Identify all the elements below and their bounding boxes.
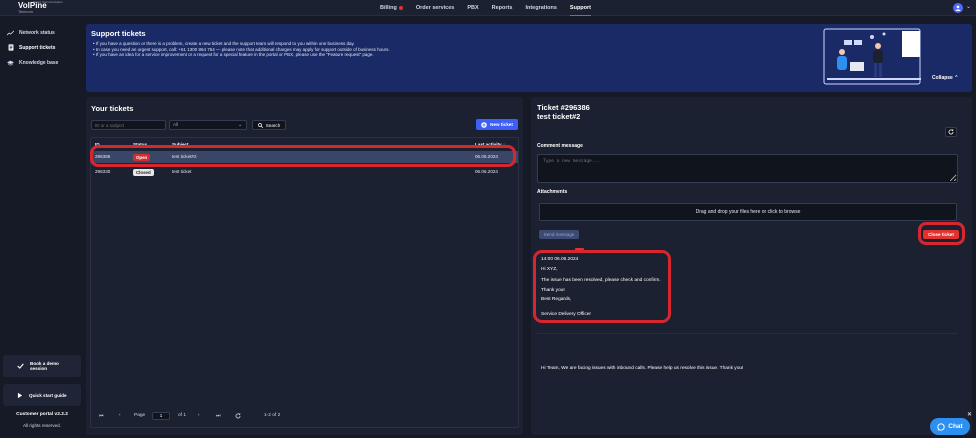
user-icon (955, 5, 961, 11)
portal-version: Customer portal v2.2.2 (16, 412, 68, 417)
nav-pbx[interactable]: PBX (467, 0, 491, 16)
sidebar-item-network-status[interactable]: Network status (0, 25, 84, 40)
refresh-icon (948, 129, 954, 135)
main-nav: Billing Order services PBX Reports Integ… (380, 0, 604, 16)
chevron-up-icon: ⌃ (954, 75, 959, 81)
brand-tagline: Smart Communication (33, 0, 63, 4)
quick-start-guide-button[interactable]: Quick start guide (3, 384, 81, 406)
check-icon (17, 363, 24, 369)
original-message: Hi Team, We are facing issues with inbou… (541, 366, 744, 371)
comment-textarea[interactable] (537, 154, 958, 183)
status-filter-select[interactable]: All ⌄ (169, 120, 247, 130)
nav-support[interactable]: Support (569, 0, 604, 16)
alert-dot-icon (398, 5, 403, 10)
prev-page-button[interactable]: ‹ (119, 413, 121, 418)
sidebar-item-support-tickets[interactable]: Support tickets (0, 40, 84, 55)
new-ticket-button[interactable]: New ticket (476, 119, 518, 130)
search-button[interactable]: Search (252, 120, 286, 130)
table-row[interactable]: 296330 Closed test ticket 06.06.2024 (91, 166, 518, 178)
annotation-reply-message (533, 250, 671, 323)
refresh-ticket-button[interactable] (945, 127, 957, 137)
play-icon (17, 392, 23, 398)
rights-text: All rights reserved. (22, 423, 62, 428)
close-chat-icon[interactable]: ✕ (967, 411, 972, 418)
next-page-button[interactable]: › (198, 413, 200, 418)
nav-integrations[interactable]: Integrations (525, 0, 569, 16)
refresh-icon (235, 413, 241, 419)
search-icon (257, 122, 263, 128)
banner-title: Support tickets (91, 29, 146, 38)
ticket-subject-title: test ticket#2 (537, 112, 581, 121)
refresh-list-button[interactable] (235, 413, 241, 421)
tickets-title: Your tickets (91, 104, 134, 113)
nav-billing[interactable]: Billing (380, 0, 416, 16)
ticket-search-input[interactable] (91, 120, 166, 130)
graduation-cap-icon (7, 59, 14, 66)
sidebar-item-knowledge-base[interactable]: Knowledge base (0, 55, 84, 70)
tickets-table: ID Status Subject Last activity ↓ 296386… (90, 137, 519, 428)
status-badge: Closed (133, 169, 154, 176)
nav-order-services[interactable]: Order services (416, 0, 468, 16)
attachments-label: Attachments (537, 189, 568, 195)
annotation-close-ticket (918, 222, 965, 245)
first-page-button[interactable]: ⏮ (99, 413, 103, 419)
ticket-icon (7, 44, 14, 51)
chat-bubble-icon (937, 422, 945, 431)
page-range: 1-2 of 2 (264, 413, 281, 418)
ticket-id: 296330 (95, 169, 111, 174)
ticket-subject: test ticket (172, 169, 192, 174)
message-divider (537, 333, 958, 334)
comment-label: Comment message (537, 143, 583, 149)
ticket-number: Ticket #296386 (537, 103, 590, 112)
user-avatar-button[interactable] (953, 3, 963, 13)
banner-info: If you have a question or there is a pro… (93, 41, 613, 58)
chat-button[interactable]: Chat (930, 418, 970, 435)
page-count: of 1 (178, 413, 187, 418)
plus-circle-icon (481, 121, 487, 128)
file-dropzone[interactable]: Drag and drop your files here or click t… (539, 203, 957, 221)
page-number-input[interactable]: 1 (152, 412, 170, 420)
top-bar: VolPine Telecom Smart Communication Bill… (0, 0, 976, 16)
book-demo-button[interactable]: Book a demo session (3, 355, 81, 377)
sidebar: Network status Support tickets Knowledge… (0, 17, 84, 438)
chart-line-icon (7, 29, 14, 36)
send-message-button[interactable]: Send message (539, 230, 579, 239)
support-illustration (823, 28, 921, 85)
collapse-button[interactable]: Collapse ⌃ (932, 75, 958, 81)
annotation-selected-ticket (90, 145, 516, 167)
last-page-button[interactable]: ⏭ (216, 413, 220, 419)
nav-reports[interactable]: Reports (492, 0, 526, 16)
support-banner: Support tickets If you have a question o… (86, 24, 972, 92)
chevron-down-icon: ⌄ (238, 122, 242, 127)
ticket-last-activity: 06.06.2024 (475, 169, 498, 174)
page-label: Page (134, 413, 146, 418)
chevron-down-icon[interactable]: ⌄ (966, 3, 971, 10)
